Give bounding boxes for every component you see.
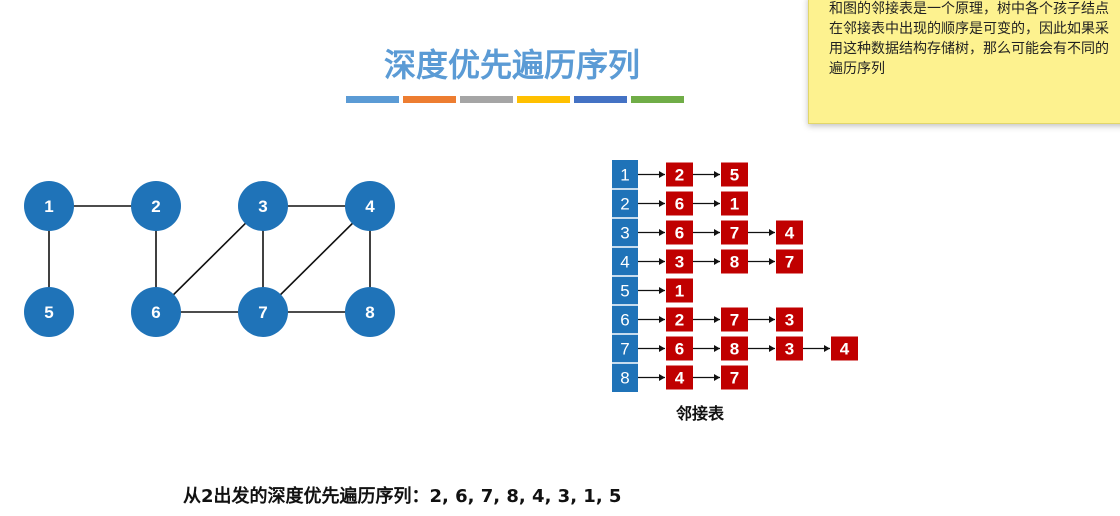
adjacency-list-diagram: 1 2 5 2 6 1 3 6 7 4 4 3 8 7 5 1 6 2 7 3 7 6 8 3 4 8 4 7 [612, 160, 858, 392]
adjacency-arrowhead [659, 316, 665, 323]
note-line: 在邻接表中出现的顺序是可变的，因此如果采 [829, 21, 1109, 37]
adjacency-node-label: 4 [785, 224, 795, 243]
graph-node-label: 1 [44, 197, 53, 216]
adjacency-node-label: 7 [730, 311, 739, 330]
color-bar-segment [346, 96, 399, 103]
adjacency-head-label: 2 [620, 195, 629, 214]
adjacency-arrowhead [659, 345, 665, 352]
graph-node-label: 7 [258, 303, 267, 322]
note-line: 和图的邻接表是一个原理，树中各个孩子结点 [829, 1, 1109, 17]
adjacency-node-label: 4 [840, 340, 850, 359]
graph-node-label: 4 [365, 197, 375, 216]
color-bar-divider [346, 96, 684, 103]
color-bar-segment [403, 96, 456, 103]
adjacency-node-label: 8 [730, 253, 739, 272]
dfs-sequence-caption: 从2出发的深度优先遍历序列：2, 6, 7, 8, 4, 3, 1, 5 [183, 486, 622, 507]
adjacency-arrowhead [714, 229, 720, 236]
adjacency-arrowhead [824, 345, 830, 352]
adjacency-node-label: 6 [675, 224, 684, 243]
adjacency-node-label: 6 [675, 195, 684, 214]
graph-node-label: 8 [365, 303, 374, 322]
adjacency-node-label: 8 [730, 340, 739, 359]
adjacency-node-label: 3 [785, 340, 794, 359]
adjacency-arrowhead [659, 287, 665, 294]
adjacency-node-label: 5 [730, 166, 739, 185]
adjacency-arrowhead [714, 316, 720, 323]
note-line: 用这种数据结构存储树，那么可能会有不同的 [829, 41, 1109, 57]
adjacency-arrowhead [714, 345, 720, 352]
adjacency-node-label: 3 [785, 311, 794, 330]
adjacency-head-label: 1 [620, 166, 629, 185]
adjacency-arrowhead [769, 316, 775, 323]
adjacency-node-label: 3 [675, 253, 684, 272]
color-bar-segment [631, 96, 684, 103]
adjacency-head-label: 3 [620, 224, 629, 243]
adjacency-arrowhead [659, 171, 665, 178]
color-bar-segment [460, 96, 513, 103]
adjacency-node-label: 2 [675, 311, 684, 330]
note-line: 遍历序列 [829, 61, 885, 77]
graph-node-label: 2 [151, 197, 160, 216]
adjacency-node-label: 1 [730, 195, 739, 214]
undirected-graph: 1 2 3 4 5 6 7 8 [24, 181, 395, 337]
adjacency-node-label: 6 [675, 340, 684, 359]
adjacency-arrowhead [769, 258, 775, 265]
color-bar-segment [574, 96, 627, 103]
adjacency-node-label: 7 [730, 224, 739, 243]
adjacency-arrowhead [769, 229, 775, 236]
adjacency-node-label: 1 [675, 282, 684, 301]
adjacency-arrowhead [714, 258, 720, 265]
graph-node-label: 3 [258, 197, 267, 216]
adjacency-head-label: 6 [620, 311, 629, 330]
adjacency-node-label: 7 [730, 369, 739, 388]
adjacency-arrowhead [659, 374, 665, 381]
adjacency-node-label: 4 [675, 369, 685, 388]
adjacency-arrowhead [714, 200, 720, 207]
color-bar-segment [517, 96, 570, 103]
adjacency-arrowhead [714, 171, 720, 178]
adjacency-head-label: 7 [620, 340, 629, 359]
adjacency-arrowhead [769, 345, 775, 352]
adjacency-head-label: 5 [620, 282, 629, 301]
graph-node-label: 6 [151, 303, 160, 322]
adjacency-node-label: 7 [785, 253, 794, 272]
adjacency-arrowhead [659, 200, 665, 207]
adjacency-head-label: 4 [620, 253, 629, 272]
adjacency-list-label: 邻接表 [675, 404, 724, 423]
adjacency-arrowhead [714, 374, 720, 381]
adjacency-arrowhead [659, 258, 665, 265]
adjacency-arrowhead [659, 229, 665, 236]
graph-node-label: 5 [44, 303, 53, 322]
adjacency-head-label: 8 [620, 369, 629, 388]
adjacency-node-label: 2 [675, 166, 684, 185]
sticky-note[interactable]: 和图的邻接表是一个原理，树中各个孩子结点 在邻接表中出现的顺序是可变的，因此如果… [808, 0, 1120, 124]
